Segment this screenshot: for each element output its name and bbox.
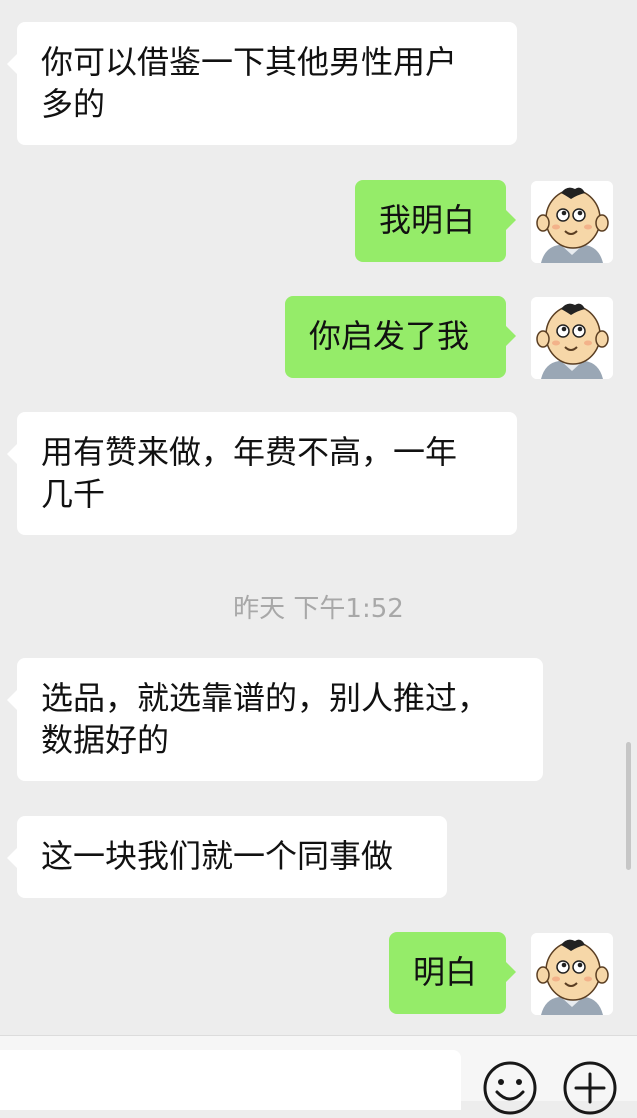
avatar[interactable] bbox=[531, 181, 613, 263]
avatar[interactable] bbox=[531, 297, 613, 379]
scrollbar[interactable] bbox=[626, 742, 631, 870]
smiley-face-icon[interactable] bbox=[480, 1058, 540, 1118]
avatar[interactable] bbox=[531, 933, 613, 1015]
message-bubble-incoming[interactable]: 用有赞来做，年费不高，一年 几千 bbox=[7, 412, 517, 535]
message-bubble-outgoing[interactable]: 明白 bbox=[389, 932, 516, 1014]
message-bubble-incoming[interactable]: 选品，就选靠谱的，别人推过， 数据好的 bbox=[7, 658, 543, 781]
message-bubble-incoming[interactable]: 你可以借鉴一下其他男性用户 多的 bbox=[7, 22, 517, 145]
cartoon-baby-avatar-icon bbox=[531, 933, 613, 1015]
message-bubble-incoming[interactable]: 这一块我们就一个同事做 bbox=[7, 816, 447, 898]
cartoon-baby-avatar-icon bbox=[531, 181, 613, 263]
message-bubble-outgoing[interactable]: 我明白 bbox=[355, 180, 516, 262]
plus-circle-icon[interactable] bbox=[560, 1058, 620, 1118]
cartoon-baby-avatar-icon bbox=[531, 297, 613, 379]
message-input[interactable] bbox=[0, 1050, 461, 1110]
message-timestamp: 昨天 下午1:52 bbox=[233, 594, 404, 624]
chat-area[interactable]: 你可以借鉴一下其他男性用户 多的 我明白 你启发了我 用有赞来做，年费不高，一年… bbox=[0, 0, 637, 1035]
message-bubble-outgoing[interactable]: 你启发了我 bbox=[285, 296, 516, 378]
